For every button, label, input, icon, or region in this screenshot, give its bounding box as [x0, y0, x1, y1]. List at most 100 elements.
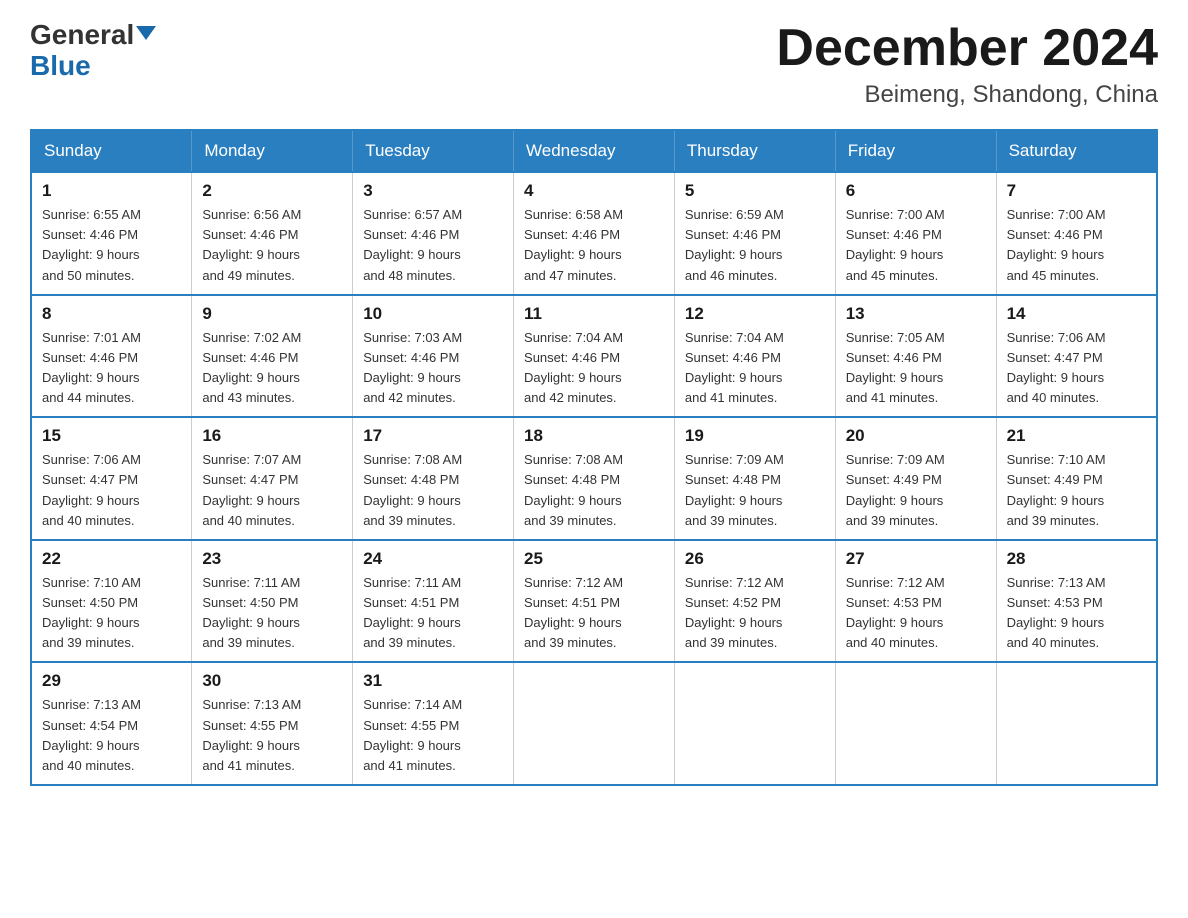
- day-number: 26: [685, 549, 825, 569]
- weekday-header-row: SundayMondayTuesdayWednesdayThursdayFrid…: [31, 130, 1157, 172]
- day-cell: 20 Sunrise: 7:09 AM Sunset: 4:49 PM Dayl…: [835, 417, 996, 540]
- title-area: December 2024 Beimeng, Shandong, China: [776, 20, 1158, 109]
- day-cell: 1 Sunrise: 6:55 AM Sunset: 4:46 PM Dayli…: [31, 172, 192, 295]
- logo: General Blue: [30, 20, 156, 82]
- day-info: Sunrise: 6:57 AM Sunset: 4:46 PM Dayligh…: [363, 205, 503, 286]
- day-number: 23: [202, 549, 342, 569]
- calendar-table: SundayMondayTuesdayWednesdayThursdayFrid…: [30, 129, 1158, 786]
- day-cell: 10 Sunrise: 7:03 AM Sunset: 4:46 PM Dayl…: [353, 295, 514, 418]
- day-cell: 22 Sunrise: 7:10 AM Sunset: 4:50 PM Dayl…: [31, 540, 192, 663]
- day-info: Sunrise: 7:03 AM Sunset: 4:46 PM Dayligh…: [363, 328, 503, 409]
- day-info: Sunrise: 7:02 AM Sunset: 4:46 PM Dayligh…: [202, 328, 342, 409]
- day-number: 9: [202, 304, 342, 324]
- day-cell: 7 Sunrise: 7:00 AM Sunset: 4:46 PM Dayli…: [996, 172, 1157, 295]
- day-number: 29: [42, 671, 181, 691]
- week-row-1: 1 Sunrise: 6:55 AM Sunset: 4:46 PM Dayli…: [31, 172, 1157, 295]
- day-number: 20: [846, 426, 986, 446]
- day-number: 8: [42, 304, 181, 324]
- day-info: Sunrise: 7:13 AM Sunset: 4:55 PM Dayligh…: [202, 695, 342, 776]
- day-number: 7: [1007, 181, 1146, 201]
- day-info: Sunrise: 7:10 AM Sunset: 4:49 PM Dayligh…: [1007, 450, 1146, 531]
- week-row-2: 8 Sunrise: 7:01 AM Sunset: 4:46 PM Dayli…: [31, 295, 1157, 418]
- day-number: 5: [685, 181, 825, 201]
- day-info: Sunrise: 7:11 AM Sunset: 4:51 PM Dayligh…: [363, 573, 503, 654]
- day-cell: [674, 662, 835, 785]
- day-number: 1: [42, 181, 181, 201]
- day-info: Sunrise: 7:05 AM Sunset: 4:46 PM Dayligh…: [846, 328, 986, 409]
- logo-blue-text: Blue: [30, 51, 156, 82]
- day-cell: 18 Sunrise: 7:08 AM Sunset: 4:48 PM Dayl…: [514, 417, 675, 540]
- day-cell: 14 Sunrise: 7:06 AM Sunset: 4:47 PM Dayl…: [996, 295, 1157, 418]
- logo-triangle-icon: [136, 26, 156, 40]
- day-number: 19: [685, 426, 825, 446]
- day-number: 6: [846, 181, 986, 201]
- day-number: 31: [363, 671, 503, 691]
- day-number: 3: [363, 181, 503, 201]
- day-number: 11: [524, 304, 664, 324]
- day-cell: 23 Sunrise: 7:11 AM Sunset: 4:50 PM Dayl…: [192, 540, 353, 663]
- day-cell: [996, 662, 1157, 785]
- day-cell: 4 Sunrise: 6:58 AM Sunset: 4:46 PM Dayli…: [514, 172, 675, 295]
- week-row-5: 29 Sunrise: 7:13 AM Sunset: 4:54 PM Dayl…: [31, 662, 1157, 785]
- weekday-header-thursday: Thursday: [674, 130, 835, 172]
- weekday-header-monday: Monday: [192, 130, 353, 172]
- day-info: Sunrise: 6:59 AM Sunset: 4:46 PM Dayligh…: [685, 205, 825, 286]
- day-info: Sunrise: 7:11 AM Sunset: 4:50 PM Dayligh…: [202, 573, 342, 654]
- day-number: 10: [363, 304, 503, 324]
- day-info: Sunrise: 7:00 AM Sunset: 4:46 PM Dayligh…: [1007, 205, 1146, 286]
- day-info: Sunrise: 7:12 AM Sunset: 4:53 PM Dayligh…: [846, 573, 986, 654]
- day-info: Sunrise: 7:12 AM Sunset: 4:52 PM Dayligh…: [685, 573, 825, 654]
- day-cell: 9 Sunrise: 7:02 AM Sunset: 4:46 PM Dayli…: [192, 295, 353, 418]
- week-row-3: 15 Sunrise: 7:06 AM Sunset: 4:47 PM Dayl…: [31, 417, 1157, 540]
- weekday-header-saturday: Saturday: [996, 130, 1157, 172]
- header: General Blue December 2024 Beimeng, Shan…: [30, 20, 1158, 109]
- day-number: 27: [846, 549, 986, 569]
- day-cell: 21 Sunrise: 7:10 AM Sunset: 4:49 PM Dayl…: [996, 417, 1157, 540]
- day-info: Sunrise: 7:09 AM Sunset: 4:49 PM Dayligh…: [846, 450, 986, 531]
- day-info: Sunrise: 7:01 AM Sunset: 4:46 PM Dayligh…: [42, 328, 181, 409]
- day-info: Sunrise: 6:58 AM Sunset: 4:46 PM Dayligh…: [524, 205, 664, 286]
- day-info: Sunrise: 7:10 AM Sunset: 4:50 PM Dayligh…: [42, 573, 181, 654]
- day-number: 13: [846, 304, 986, 324]
- weekday-header-wednesday: Wednesday: [514, 130, 675, 172]
- day-cell: 25 Sunrise: 7:12 AM Sunset: 4:51 PM Dayl…: [514, 540, 675, 663]
- day-cell: 17 Sunrise: 7:08 AM Sunset: 4:48 PM Dayl…: [353, 417, 514, 540]
- day-cell: 26 Sunrise: 7:12 AM Sunset: 4:52 PM Dayl…: [674, 540, 835, 663]
- day-info: Sunrise: 7:06 AM Sunset: 4:47 PM Dayligh…: [42, 450, 181, 531]
- day-cell: 31 Sunrise: 7:14 AM Sunset: 4:55 PM Dayl…: [353, 662, 514, 785]
- logo-general-text: General: [30, 19, 134, 50]
- day-info: Sunrise: 7:00 AM Sunset: 4:46 PM Dayligh…: [846, 205, 986, 286]
- day-info: Sunrise: 7:13 AM Sunset: 4:54 PM Dayligh…: [42, 695, 181, 776]
- day-number: 22: [42, 549, 181, 569]
- day-info: Sunrise: 7:07 AM Sunset: 4:47 PM Dayligh…: [202, 450, 342, 531]
- day-number: 17: [363, 426, 503, 446]
- day-info: Sunrise: 7:04 AM Sunset: 4:46 PM Dayligh…: [524, 328, 664, 409]
- day-info: Sunrise: 7:06 AM Sunset: 4:47 PM Dayligh…: [1007, 328, 1146, 409]
- day-number: 30: [202, 671, 342, 691]
- day-cell: 12 Sunrise: 7:04 AM Sunset: 4:46 PM Dayl…: [674, 295, 835, 418]
- day-number: 24: [363, 549, 503, 569]
- day-number: 18: [524, 426, 664, 446]
- day-number: 14: [1007, 304, 1146, 324]
- day-cell: 2 Sunrise: 6:56 AM Sunset: 4:46 PM Dayli…: [192, 172, 353, 295]
- day-info: Sunrise: 6:55 AM Sunset: 4:46 PM Dayligh…: [42, 205, 181, 286]
- day-cell: 30 Sunrise: 7:13 AM Sunset: 4:55 PM Dayl…: [192, 662, 353, 785]
- day-info: Sunrise: 7:08 AM Sunset: 4:48 PM Dayligh…: [524, 450, 664, 531]
- weekday-header-sunday: Sunday: [31, 130, 192, 172]
- month-title: December 2024: [776, 20, 1158, 77]
- day-cell: 24 Sunrise: 7:11 AM Sunset: 4:51 PM Dayl…: [353, 540, 514, 663]
- day-cell: 15 Sunrise: 7:06 AM Sunset: 4:47 PM Dayl…: [31, 417, 192, 540]
- day-info: Sunrise: 6:56 AM Sunset: 4:46 PM Dayligh…: [202, 205, 342, 286]
- day-info: Sunrise: 7:13 AM Sunset: 4:53 PM Dayligh…: [1007, 573, 1146, 654]
- day-cell: 19 Sunrise: 7:09 AM Sunset: 4:48 PM Dayl…: [674, 417, 835, 540]
- week-row-4: 22 Sunrise: 7:10 AM Sunset: 4:50 PM Dayl…: [31, 540, 1157, 663]
- day-info: Sunrise: 7:08 AM Sunset: 4:48 PM Dayligh…: [363, 450, 503, 531]
- day-number: 4: [524, 181, 664, 201]
- day-info: Sunrise: 7:09 AM Sunset: 4:48 PM Dayligh…: [685, 450, 825, 531]
- day-cell: 29 Sunrise: 7:13 AM Sunset: 4:54 PM Dayl…: [31, 662, 192, 785]
- location-title: Beimeng, Shandong, China: [776, 81, 1158, 109]
- day-cell: 27 Sunrise: 7:12 AM Sunset: 4:53 PM Dayl…: [835, 540, 996, 663]
- day-cell: 28 Sunrise: 7:13 AM Sunset: 4:53 PM Dayl…: [996, 540, 1157, 663]
- day-cell: 3 Sunrise: 6:57 AM Sunset: 4:46 PM Dayli…: [353, 172, 514, 295]
- day-number: 16: [202, 426, 342, 446]
